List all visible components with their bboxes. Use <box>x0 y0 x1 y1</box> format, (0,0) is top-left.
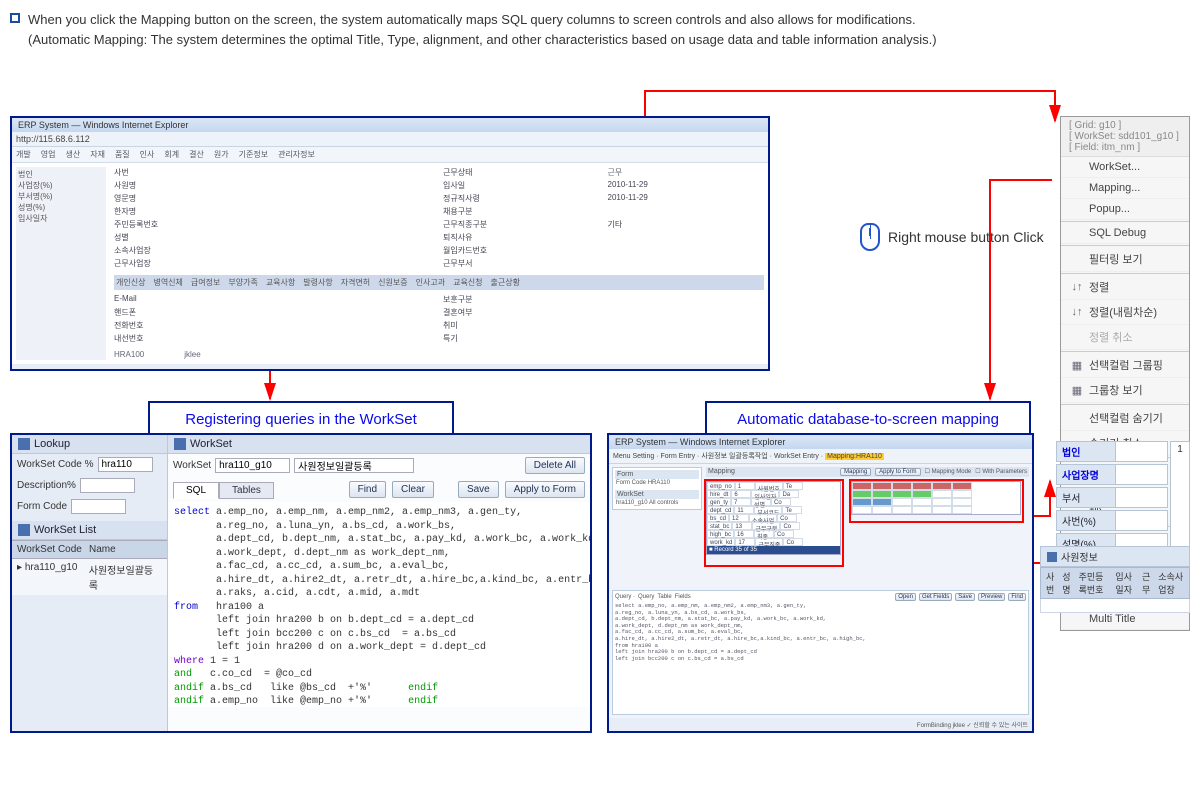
ctx-item[interactable]: Mapping... <box>1061 178 1189 199</box>
mapping-screenshot: ERP System — Windows Internet Explorer M… <box>607 433 1034 733</box>
ctx-item[interactable]: ↓↑정렬(내림차순) <box>1061 300 1189 325</box>
save2-button[interactable]: Save <box>955 593 975 601</box>
desc-line1: When you click the Mapping button on the… <box>28 10 937 30</box>
caption-workset: Registering queries in the WorkSet <box>148 401 454 436</box>
ctx-item[interactable]: ▦그룹창 보기 <box>1061 378 1189 403</box>
sql-editor[interactable]: select a.emp_no, a.emp_nm, a.emp_nm2, a.… <box>168 502 590 707</box>
browser-url: http://115.68.6.112 <box>12 132 768 147</box>
lookup-icon <box>18 438 30 450</box>
workset-list-row[interactable]: ▸ hra110_g10 사원정보일괄등록 <box>12 559 167 595</box>
apply-button[interactable]: Apply to Form <box>505 481 585 498</box>
app-menu: 개발영업 생산자재 품질인사 회계결산 원가기준정보 관리자정보 <box>12 147 768 163</box>
getfields-button[interactable]: Get Fields <box>919 593 952 601</box>
workset-value-input[interactable] <box>215 458 290 473</box>
preview-button[interactable]: Preview <box>978 593 1005 601</box>
grid-icon <box>1047 552 1057 562</box>
form-fields: 사번 근무상태근무 사원명 입사일2010-11-29 영문명 정규직사령201… <box>114 167 764 269</box>
list-icon <box>18 524 30 536</box>
description-input[interactable] <box>80 478 135 493</box>
ctx-item[interactable]: 정렬 취소 <box>1061 325 1189 350</box>
workset-icon <box>174 438 186 450</box>
clear-button[interactable]: Clear <box>392 481 434 498</box>
open-button[interactable]: Open <box>895 593 916 601</box>
mouse-icon <box>860 223 880 251</box>
workset-desc-input[interactable] <box>294 458 414 473</box>
ctx-header: [ Grid: g10 ] [ WorkSet: sdd101_g10 ] [ … <box>1061 117 1189 157</box>
designer-screenshot: ERP System — Windows Internet Explorer h… <box>10 116 770 371</box>
form-code-input[interactable] <box>71 499 126 514</box>
workset-panel: Lookup WorkSet Code % Description% Form … <box>10 433 592 733</box>
ctx-item[interactable]: ↓↑정렬 <box>1061 275 1189 300</box>
mapping-button[interactable]: Mapping <box>840 468 871 476</box>
save-button[interactable]: Save <box>458 481 499 498</box>
output-grid: 사원정보 사번 성명 주민등록번호 입사일자 근무 소속사업장 <box>1040 546 1190 613</box>
workset-code-input[interactable] <box>98 457 153 472</box>
window-title: ERP System — Windows Internet Explorer <box>12 118 768 132</box>
tab-sql[interactable]: SQL <box>173 482 219 499</box>
ctx-item[interactable]: SQL Debug <box>1061 223 1189 244</box>
right-click-hint: Right mouse button Click <box>860 223 1044 251</box>
ctx-item[interactable]: 필터링 보기 <box>1061 247 1189 272</box>
apply-form-button[interactable]: Apply to Form <box>875 468 920 476</box>
ctx-item[interactable]: Popup... <box>1061 199 1189 220</box>
bullet-icon <box>10 13 20 23</box>
output-form: 법인사업장명부서사번(%)성명(%) 1 <box>1056 441 1190 556</box>
find2-button[interactable]: Find <box>1008 593 1026 601</box>
desc-line2: (Automatic Mapping: The system determine… <box>28 30 937 50</box>
find-button[interactable]: Find <box>349 481 386 498</box>
description-block: When you click the Mapping button on the… <box>10 10 1190 49</box>
ctx-item[interactable]: WorkSet... <box>1061 157 1189 178</box>
delete-all-button[interactable]: Delete All <box>525 457 585 474</box>
ctx-item[interactable]: 선택컬럼 숨기기 <box>1061 406 1189 431</box>
tab-tables[interactable]: Tables <box>219 482 274 499</box>
ctx-item[interactable]: ▦선택컬럼 그룹핑 <box>1061 353 1189 378</box>
